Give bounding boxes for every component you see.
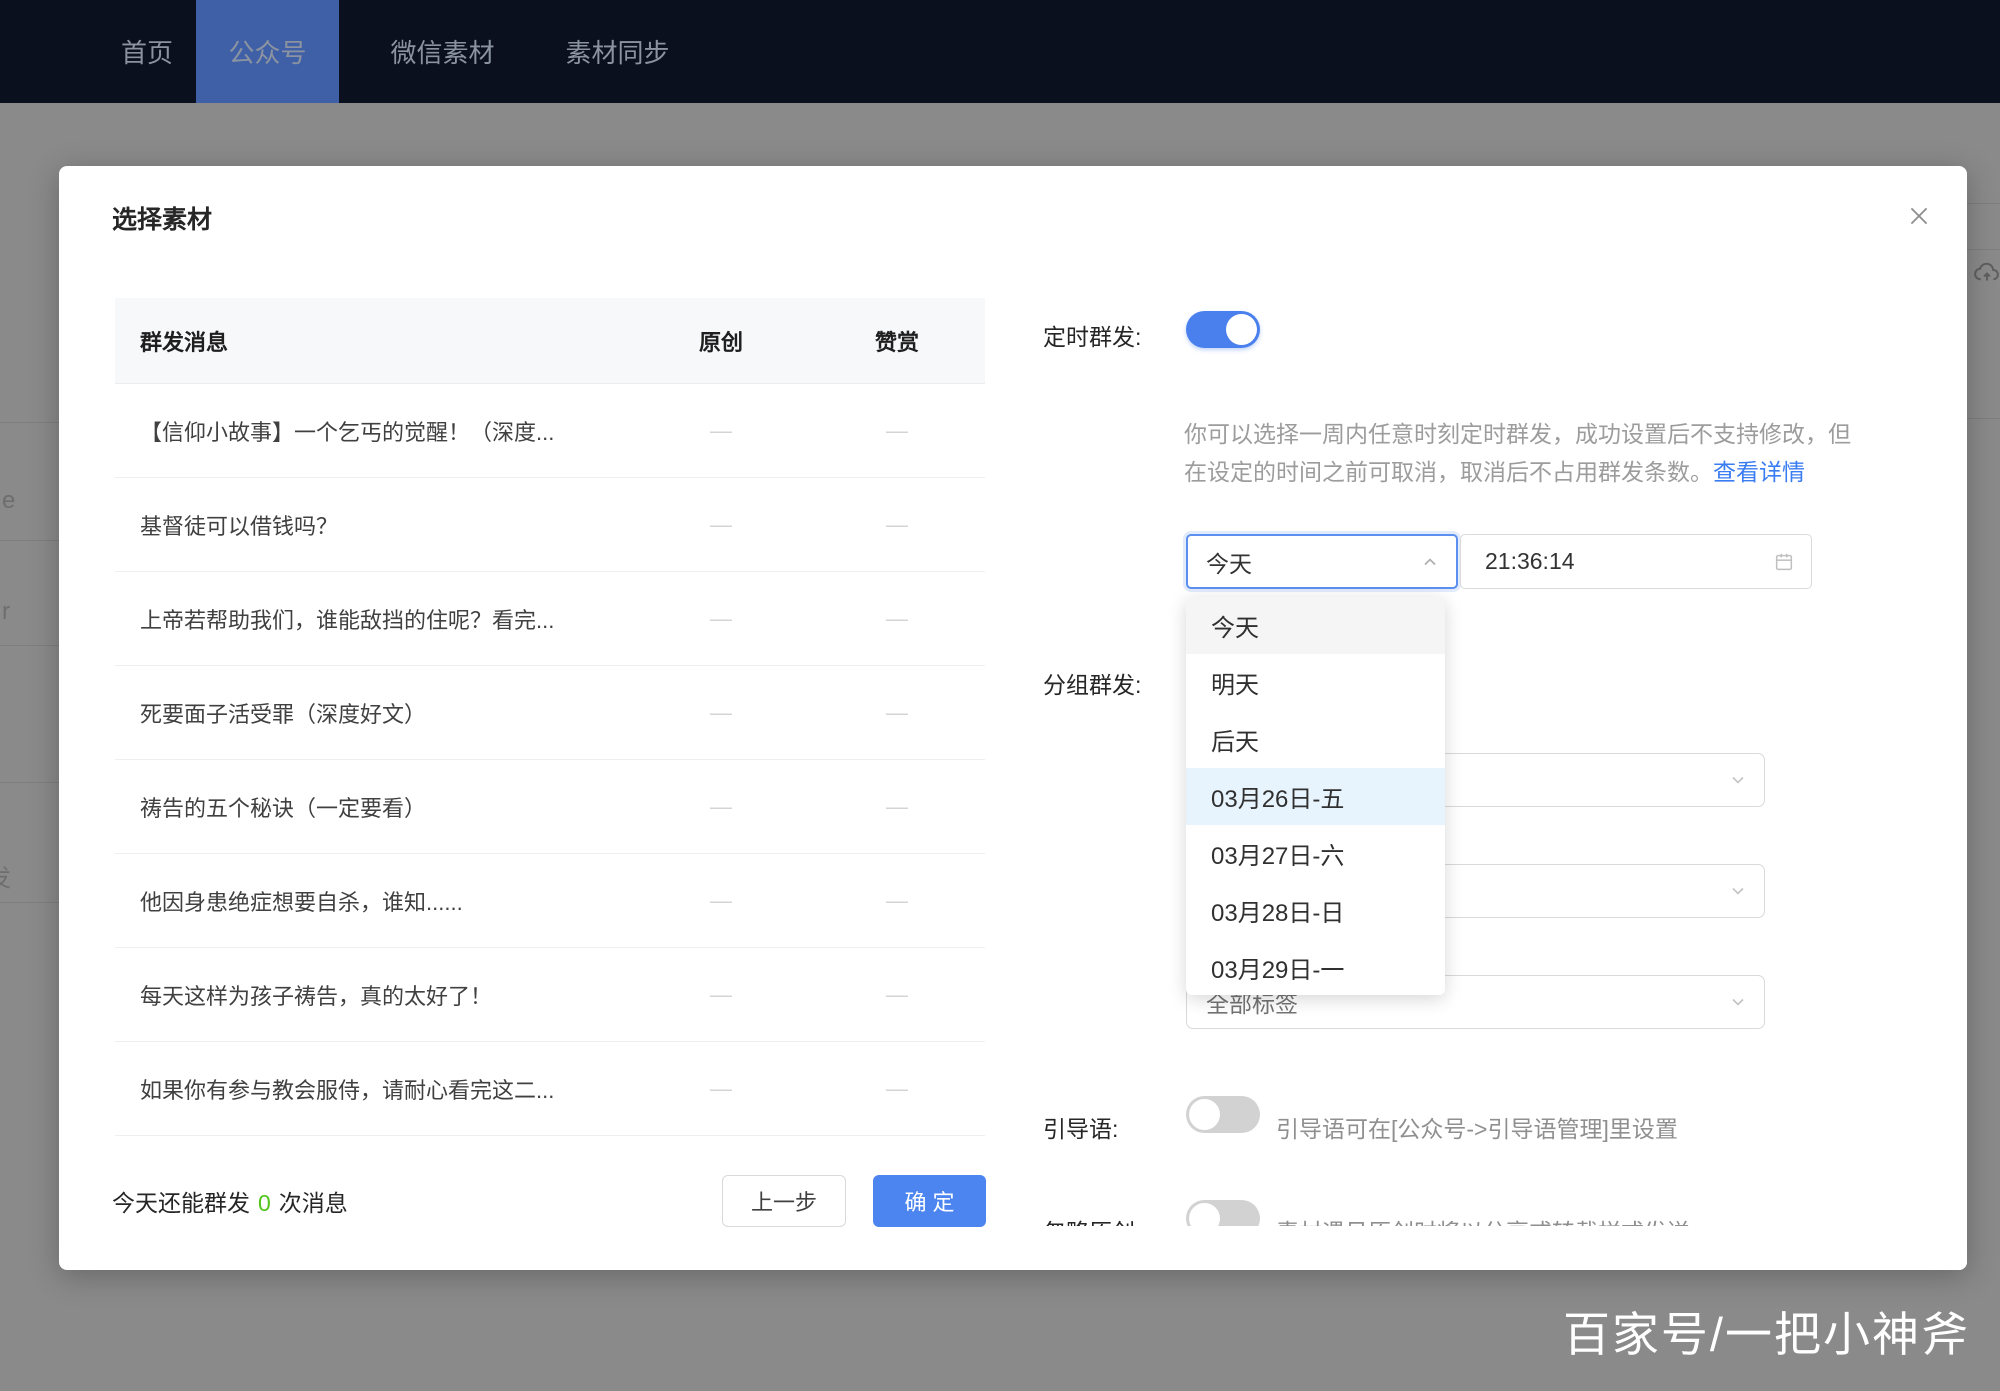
bg-row-divider xyxy=(0,540,59,541)
scheduled-send-toggle[interactable] xyxy=(1186,311,1260,348)
row-original: — xyxy=(633,982,809,1008)
dropdown-option-tomorrow[interactable]: 明天 xyxy=(1186,654,1445,711)
row-title: 上帝若帮助我们，谁能敌挡的住呢？看完... xyxy=(115,603,633,635)
dropdown-option-0328[interactable]: 03月28日-日 xyxy=(1186,882,1445,939)
table-row[interactable]: 【信仰小故事】一个乞丐的觉醒！（深度... — — xyxy=(115,384,985,478)
row-reward: — xyxy=(809,794,985,820)
chevron-down-icon xyxy=(1728,881,1748,901)
chevron-up-icon xyxy=(1420,552,1440,572)
row-original: — xyxy=(633,418,809,444)
dialog-title: 选择素材 xyxy=(112,200,212,236)
dropdown-option-0326[interactable]: 03月26日-五 xyxy=(1186,768,1445,825)
row-reward: — xyxy=(809,888,985,914)
bg-row-divider xyxy=(0,782,59,783)
table-row[interactable]: 祷告的五个秘诀（一定要看） — — xyxy=(115,760,985,854)
table-header: 群发消息 原创 赞赏 xyxy=(115,298,985,384)
row-title: 如果你有参与教会服侍，请耐心看完这二... xyxy=(115,1073,633,1105)
time-input[interactable]: 21:36:14 xyxy=(1460,534,1812,589)
quota-prefix: 今天还能群发 xyxy=(112,1190,250,1216)
bg-row-divider xyxy=(0,902,59,903)
nav-tab-wechat-material[interactable]: 微信素材 xyxy=(355,0,530,103)
dialog-footer: 今天还能群发 0 次消息 上一步 确 定 xyxy=(112,1175,986,1227)
dropdown-option-today[interactable]: 今天 xyxy=(1186,597,1445,654)
bg-row-divider xyxy=(1967,203,2000,204)
header-reward: 赞赏 xyxy=(809,325,985,357)
table-row[interactable]: 每天这样为孩子祷告，真的太好了！ — — xyxy=(115,948,985,1042)
view-details-link[interactable]: 查看详情 xyxy=(1713,459,1805,485)
bg-row-divider xyxy=(0,422,59,423)
table-row[interactable]: 死要面子活受罪（深度好文） — — xyxy=(115,666,985,760)
header-original: 原创 xyxy=(633,325,809,357)
nav-tab-home[interactable]: 首页 xyxy=(98,0,196,103)
nav-tab-official-account[interactable]: 公众号 xyxy=(196,0,339,103)
dropdown-option-0329[interactable]: 03月29日-一 xyxy=(1186,939,1445,995)
scheduled-send-notice: 你可以选择一周内任意时刻定时群发，成功设置后不支持修改，但 在设定的时间之前可取… xyxy=(1184,415,1900,491)
time-input-value: 21:36:14 xyxy=(1485,548,1773,575)
toggle-knob xyxy=(1189,1099,1220,1130)
watermark-text: 百家号/一把小神斧 xyxy=(1563,1296,1970,1365)
row-original: — xyxy=(633,1076,809,1102)
row-original: — xyxy=(633,700,809,726)
bg-row-divider xyxy=(0,645,59,646)
row-reward: — xyxy=(809,982,985,1008)
chevron-down-icon xyxy=(1728,992,1748,1012)
row-title: 祷告的五个秘诀（一定要看） xyxy=(115,791,633,823)
date-select-value: 今天 xyxy=(1206,545,1420,579)
row-original: — xyxy=(633,512,809,538)
notice-line-1: 你可以选择一周内任意时刻定时群发，成功设置后不支持修改，但 xyxy=(1184,415,1900,453)
row-original: — xyxy=(633,794,809,820)
table-row[interactable]: 上帝若帮助我们，谁能敌挡的住呢？看完... — — xyxy=(115,572,985,666)
bg-text-fragment: 发 xyxy=(0,858,11,893)
row-title: 基督徒可以借钱吗？ xyxy=(115,509,633,541)
bg-text-fragment: r xyxy=(2,598,10,626)
dropdown-option-day-after[interactable]: 后天 xyxy=(1186,711,1445,768)
row-reward: — xyxy=(809,1076,985,1102)
quota-suffix: 次消息 xyxy=(279,1190,348,1216)
table-row[interactable]: 基督徒可以借钱吗？ — — xyxy=(115,478,985,572)
quota-count: 0 xyxy=(258,1190,271,1216)
notice-line-2: 在设定的时间之前可取消，取消后不占用群发条数。 xyxy=(1184,459,1713,485)
row-reward: — xyxy=(809,606,985,632)
bg-row-divider xyxy=(1967,418,2000,419)
nav-tab-material-sync[interactable]: 素材同步 xyxy=(530,0,705,103)
row-title: 【信仰小故事】一个乞丐的觉醒！（深度... xyxy=(115,415,633,447)
previous-step-button[interactable]: 上一步 xyxy=(722,1175,846,1227)
screen: 首页 公众号 微信素材 素材同步 e r 发 选择素材 群发消息 原创 xyxy=(0,0,2000,1391)
table-row[interactable]: 他因身患绝症想要自杀，谁知...... — — xyxy=(115,854,985,948)
scroll-clip-edge xyxy=(989,1226,1967,1270)
top-nav: 首页 公众号 微信素材 素材同步 xyxy=(0,0,2000,103)
date-dropdown-menu: 今天 明天 后天 03月26日-五 03月27日-六 03月28日-日 03月2… xyxy=(1186,597,1445,995)
bg-row-divider xyxy=(1967,249,2000,250)
row-reward: — xyxy=(809,512,985,538)
table-row[interactable]: 如果你有参与教会服侍，请耐心看完这二... — — xyxy=(115,1042,985,1136)
select-material-dialog: 选择素材 群发消息 原创 赞赏 【信仰小故事】一个乞丐的觉醒！（深度... — … xyxy=(59,166,1967,1270)
calendar-icon xyxy=(1773,551,1795,573)
group-send-label: 分组群发: xyxy=(1043,666,1141,700)
row-title: 死要面子活受罪（深度好文） xyxy=(115,697,633,729)
header-message: 群发消息 xyxy=(115,325,633,357)
date-select[interactable]: 今天 xyxy=(1186,534,1458,589)
guide-text-toggle[interactable] xyxy=(1186,1096,1260,1133)
scheduled-send-label: 定时群发: xyxy=(1043,318,1141,352)
row-original: — xyxy=(633,606,809,632)
row-title: 他因身患绝症想要自杀，谁知...... xyxy=(115,885,633,917)
bg-text-fragment: e xyxy=(2,487,15,515)
close-icon[interactable] xyxy=(1899,196,1939,236)
toggle-knob xyxy=(1226,314,1257,345)
chevron-down-icon xyxy=(1728,770,1748,790)
confirm-button[interactable]: 确 定 xyxy=(873,1175,986,1227)
row-reward: — xyxy=(809,700,985,726)
guide-text-label: 引导语: xyxy=(1043,1110,1118,1144)
row-original: — xyxy=(633,888,809,914)
row-title: 每天这样为孩子祷告，真的太好了！ xyxy=(115,979,633,1011)
dropdown-option-0327[interactable]: 03月27日-六 xyxy=(1186,825,1445,882)
quota-text: 今天还能群发 0 次消息 xyxy=(112,1184,348,1218)
guide-text-hint: 引导语可在[公众号->引导语管理]里设置 xyxy=(1276,1110,1678,1144)
row-reward: — xyxy=(809,418,985,444)
mass-message-table: 群发消息 原创 赞赏 【信仰小故事】一个乞丐的觉醒！（深度... — — 基督徒… xyxy=(115,298,985,1136)
upload-cloud-icon xyxy=(1972,258,2000,293)
